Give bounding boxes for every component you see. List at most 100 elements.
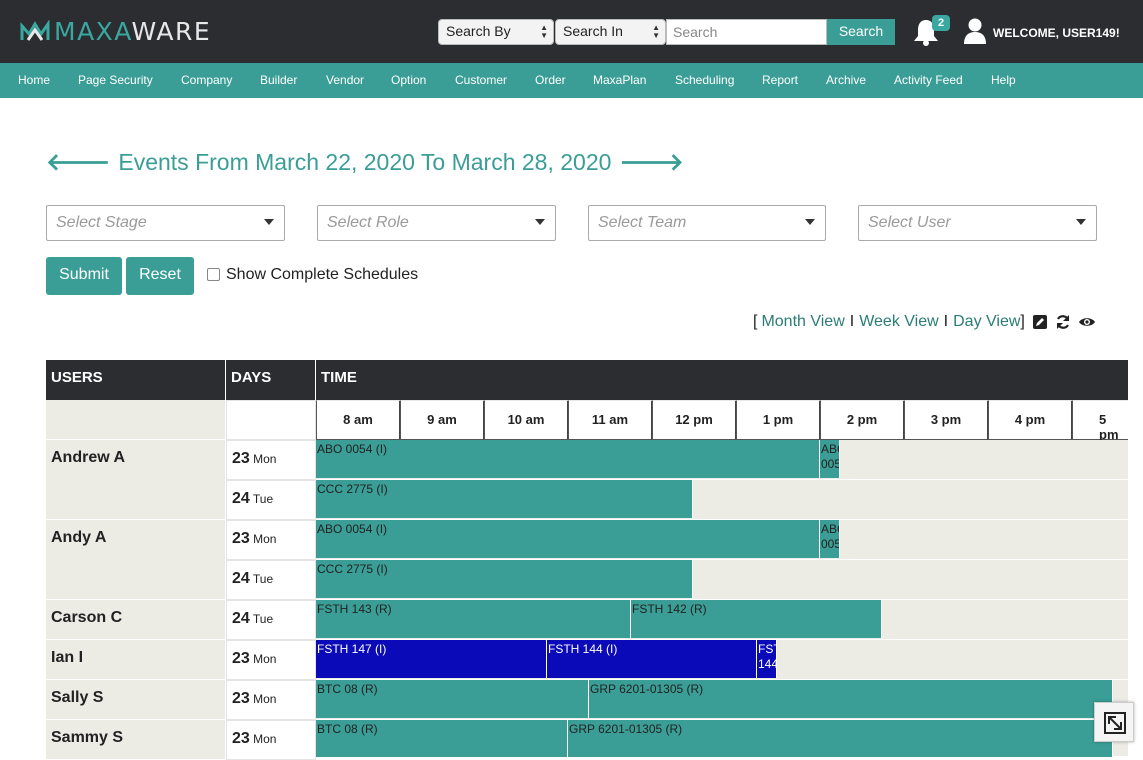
nav-option[interactable]: Option: [391, 73, 426, 87]
user-name-cell: Carson C: [46, 600, 226, 640]
edit-icon[interactable]: [1032, 314, 1048, 330]
day-of-week: Mon: [253, 732, 277, 746]
bracket-close: ]: [1020, 313, 1025, 330]
day-cell: 24 Tue: [226, 600, 316, 640]
nav-company[interactable]: Company: [181, 73, 232, 87]
schedule-event[interactable]: FSTH 147 (I): [316, 640, 547, 678]
nav-archive[interactable]: Archive: [826, 73, 866, 87]
schedule-event[interactable]: GRP 6201-01305 (R): [589, 680, 1113, 718]
notification-badge: 2: [932, 15, 950, 31]
page-title: Events From March 22, 2020 To March 28, …: [118, 148, 612, 175]
hour-header: 10 am: [484, 400, 569, 440]
welcome-text[interactable]: WELCOME, USER149!: [993, 26, 1120, 40]
schedule-event[interactable]: FSTH 144 (I): [547, 640, 757, 678]
day-number: 23: [232, 690, 250, 707]
week-view-link[interactable]: Week View: [859, 313, 938, 331]
schedule-event[interactable]: CCC 2775 (I): [316, 480, 693, 518]
day-of-week: Tue: [252, 492, 274, 506]
day-number: 24: [232, 570, 250, 587]
expand-button[interactable]: [1094, 702, 1134, 742]
schedule-event[interactable]: FST 144: [757, 640, 777, 678]
nav-home[interactable]: Home: [18, 73, 50, 87]
user-name-cell: Sammy S: [46, 720, 226, 760]
day-cell: 23 Mon: [226, 720, 316, 760]
schedule-event[interactable]: FSTH 143 (R): [316, 600, 631, 638]
day-number: 23: [232, 530, 250, 547]
nav-scheduling[interactable]: Scheduling: [675, 73, 734, 87]
logo-suffix: WARE: [131, 16, 212, 46]
select-role-dropdown[interactable]: Select Role: [317, 205, 556, 241]
day-of-week: Mon: [253, 692, 277, 706]
schedule-event[interactable]: ABO 0054 (I): [316, 520, 820, 558]
select-arrows-icon: ▲ ▼: [652, 23, 660, 40]
hour-header: 3 pm: [904, 400, 989, 440]
nav-customer[interactable]: Customer: [455, 73, 507, 87]
select-user-dropdown[interactable]: Select User: [858, 205, 1097, 241]
day-of-week: Tue: [252, 612, 274, 626]
nav-help[interactable]: Help: [991, 73, 1016, 87]
search-input[interactable]: Search: [666, 19, 827, 45]
logo-prefix: MAXA: [54, 16, 132, 46]
hour-header: 11 am: [568, 400, 653, 440]
schedule-event[interactable]: BTC 08 (R): [316, 680, 589, 718]
show-complete-label: Show Complete Schedules: [226, 266, 419, 283]
submit-button[interactable]: Submit: [46, 257, 122, 295]
refresh-icon[interactable]: [1055, 314, 1071, 330]
caret-down-icon: [535, 219, 545, 225]
logo-icon: [20, 20, 50, 41]
view-separator: I: [943, 313, 949, 330]
select-user-placeholder: Select User: [868, 214, 951, 231]
nav-builder[interactable]: Builder: [260, 73, 297, 87]
next-week-arrow-icon[interactable]: 🡒: [619, 147, 683, 177]
page-title-row: 🡐 Events From March 22, 2020 To March 28…: [46, 147, 684, 177]
search-in-select[interactable]: Search In ▲ ▼: [555, 19, 666, 45]
nav-activity-feed[interactable]: Activity Feed: [894, 73, 963, 87]
day-of-week: Mon: [253, 652, 277, 666]
users-subheader: [46, 400, 226, 440]
show-complete-checkbox[interactable]: [207, 268, 220, 281]
schedule-event[interactable]: ABO 005: [820, 520, 840, 558]
select-role-placeholder: Select Role: [327, 214, 409, 231]
caret-down-icon: [264, 219, 274, 225]
search-in-value: Search In: [563, 23, 623, 39]
time-column-header: TIME: [316, 360, 1128, 400]
reset-button[interactable]: Reset: [126, 257, 194, 295]
day-view-link[interactable]: Day View: [953, 313, 1020, 331]
schedule-event[interactable]: CCC 2775 (I): [316, 560, 693, 598]
day-of-week: Tue: [252, 572, 274, 586]
days-column-header: DAYS: [226, 360, 315, 400]
day-cell: 23 Mon: [226, 640, 316, 680]
schedule-event[interactable]: GRP 6201-01305 (R): [568, 720, 1113, 757]
prev-week-arrow-icon[interactable]: 🡐: [46, 147, 110, 177]
select-arrows-icon: ▲ ▼: [540, 23, 548, 40]
caret-down-icon: [1076, 219, 1086, 225]
user-icon[interactable]: [962, 17, 988, 45]
day-number: 23: [232, 450, 250, 467]
nav-order[interactable]: Order: [535, 73, 566, 87]
nav-page-security[interactable]: Page Security: [78, 73, 153, 87]
eye-icon[interactable]: [1078, 314, 1096, 330]
schedule-event[interactable]: FSTH 142 (R): [631, 600, 882, 638]
search-by-select[interactable]: Search By ▲ ▼: [438, 19, 554, 45]
hour-header: 9 am: [400, 400, 485, 440]
select-stage-dropdown[interactable]: Select Stage: [46, 205, 285, 241]
search-button[interactable]: Search: [827, 19, 895, 45]
nav-maxaplan[interactable]: MaxaPlan: [593, 73, 646, 87]
schedule-event[interactable]: ABO 005: [820, 440, 840, 478]
day-number: 24: [232, 610, 250, 627]
day-cell: 24 Tue: [226, 560, 316, 600]
search-placeholder: Search: [673, 24, 718, 40]
nav-report[interactable]: Report: [762, 73, 798, 87]
hour-header: 12 pm: [652, 400, 737, 440]
expand-icon: [1104, 712, 1126, 734]
hour-header: 1 pm: [736, 400, 821, 440]
nav-vendor[interactable]: Vendor: [326, 73, 364, 87]
user-name-cell: Ian I: [46, 640, 226, 680]
user-name-cell: Andy A: [46, 520, 226, 600]
select-team-dropdown[interactable]: Select Team: [588, 205, 826, 241]
hour-header: 2 pm: [820, 400, 905, 440]
month-view-link[interactable]: Month View: [761, 313, 844, 331]
schedule-event[interactable]: ABO 0054 (I): [316, 440, 820, 478]
schedule-event[interactable]: BTC 08 (R): [316, 720, 568, 757]
logo[interactable]: MAXAWARE: [20, 16, 211, 46]
